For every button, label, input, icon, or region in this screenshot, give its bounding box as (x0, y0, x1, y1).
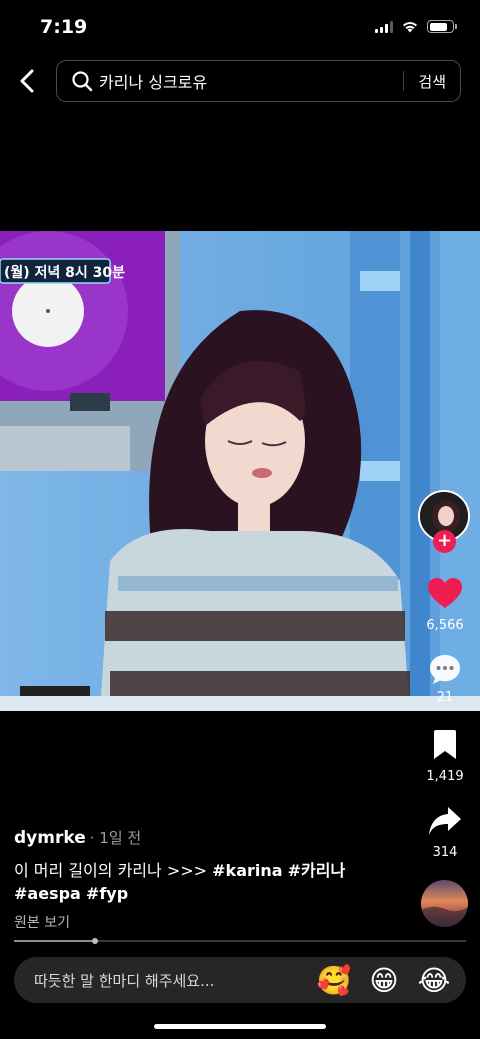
search-bar[interactable]: 카리나 싱크로유 검색 (56, 60, 461, 102)
hashtag[interactable]: #fyp (86, 884, 128, 903)
bookmark-icon (434, 730, 456, 759)
music-disc[interactable] (421, 880, 468, 927)
share-button[interactable]: 314 (415, 805, 475, 860)
video-progress-bar[interactable] (14, 938, 466, 944)
video-overlay-text: (월) 저녁 8시 30분 (4, 264, 125, 281)
cellular-signal-icon (375, 20, 393, 33)
comment-button[interactable]: 21 (415, 652, 475, 705)
progress-handle[interactable] (92, 938, 99, 944)
search-icon (72, 71, 93, 92)
comment-bubble-icon (430, 655, 460, 684)
wifi-icon (403, 22, 417, 33)
post-date: · 1일 전 (89, 829, 142, 847)
search-input[interactable]: 카리나 싱크로유 (99, 69, 403, 93)
music-cover-image (421, 880, 468, 927)
hashtag[interactable]: #karina (212, 861, 282, 880)
home-indicator (154, 1024, 326, 1029)
like-count: 6,566 (426, 618, 464, 633)
hashtag[interactable]: #aespa (14, 884, 81, 903)
caption-text: 이 머리 길이의 카리나 >>> (14, 861, 213, 880)
bookmark-count: 1,419 (426, 769, 464, 784)
battery-icon (427, 20, 457, 33)
username[interactable]: dymrke (14, 828, 86, 848)
post-author[interactable]: dymrke · 1일 전 (14, 827, 141, 848)
search-divider (403, 71, 405, 91)
follow-button[interactable]: + (433, 530, 456, 553)
plus-icon: + (436, 530, 453, 551)
video-frame: (월) 저녁 8시 30분 (0, 231, 480, 711)
search-submit-button[interactable]: 검색 (418, 71, 446, 92)
hashtag[interactable]: #카리나 (288, 861, 346, 880)
status-icons (375, 20, 457, 33)
emoji-smiling-hearts-button[interactable]: 🥰 (316, 962, 352, 998)
comment-input-bar[interactable]: 따듯한 말 한마디 해주세요... 🥰 😁 😂 (14, 957, 466, 1003)
video-player[interactable]: (월) 저녁 8시 30분 (0, 231, 480, 711)
chevron-left-icon (20, 69, 34, 93)
comment-count: 21 (436, 690, 454, 705)
like-button[interactable]: 6,566 (415, 576, 475, 633)
see-original-link[interactable]: 원본 보기 (14, 912, 70, 932)
emoji-laugh-button[interactable]: 😂 (416, 962, 452, 998)
emoji-grin-button[interactable]: 😁 (366, 962, 402, 998)
share-count: 314 (432, 845, 458, 860)
back-button[interactable] (12, 64, 42, 98)
share-arrow-icon (429, 807, 461, 835)
bookmark-button[interactable]: 1,419 (415, 729, 475, 784)
comment-input[interactable]: 따듯한 말 한마디 해주세요... (34, 970, 316, 991)
heart-icon (428, 578, 462, 608)
post-caption: 이 머리 길이의 카리나 >>> #karina #카리나 #aespa #fy… (14, 859, 404, 905)
progress-fill (14, 940, 96, 942)
status-time: 7:19 (40, 16, 88, 38)
